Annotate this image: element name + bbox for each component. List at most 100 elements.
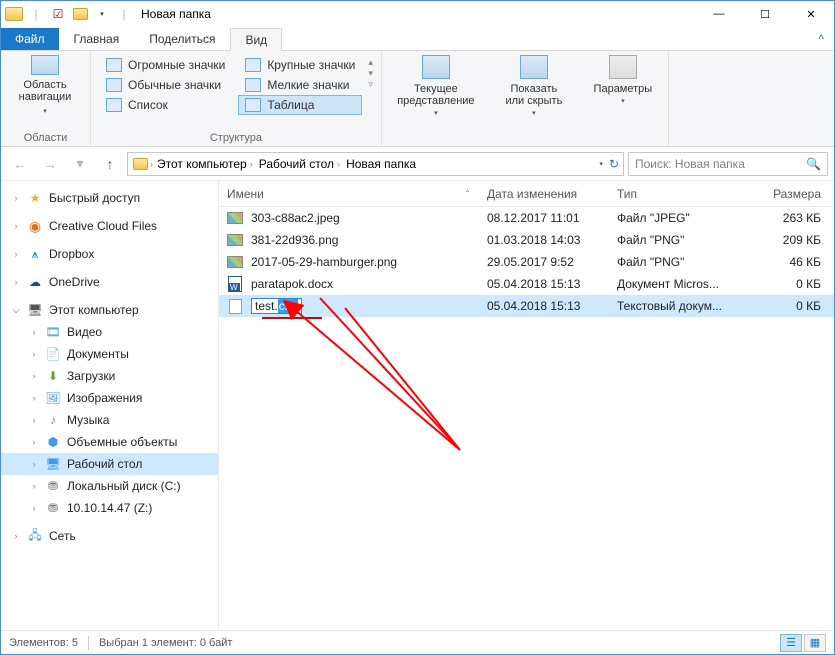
details-view-toggle[interactable]: ☰: [780, 634, 802, 652]
tree-downloads[interactable]: ›⬇Загрузки: [1, 365, 218, 387]
search-input[interactable]: Поиск: Новая папка 🔍: [628, 152, 828, 176]
scroll-down-icon[interactable]: ▾: [368, 68, 373, 79]
qat-properties-icon[interactable]: ☑: [49, 5, 67, 23]
file-row[interactable]: 381-22d936.png01.03.2018 14:03Файл "PNG"…: [219, 229, 834, 251]
col-name[interactable]: Имени⌃: [219, 187, 479, 201]
status-bar: Элементов: 5 Выбран 1 элемент: 0 байт ☰ …: [1, 630, 834, 654]
layout-huge[interactable]: Огромные значки: [99, 55, 232, 75]
file-type: Файл "JPEG": [609, 211, 749, 225]
tree-local-disk[interactable]: ›⛃Локальный диск (C:): [1, 475, 218, 497]
layout-huge-label: Огромные значки: [128, 58, 225, 72]
minimize-button[interactable]: —: [696, 1, 742, 27]
file-date: 05.04.2018 15:13: [479, 277, 609, 291]
group-panes-label: Области: [9, 129, 82, 144]
tab-share[interactable]: Поделиться: [134, 27, 230, 50]
file-type: Текстовый докум...: [609, 299, 749, 313]
file-date: 08.12.2017 11:01: [479, 211, 609, 225]
show-hide-button[interactable]: Показать или скрыть ▾: [488, 55, 580, 117]
file-row[interactable]: 303-c88ac2.jpeg08.12.2017 11:01Файл "JPE…: [219, 207, 834, 229]
text-file-icon: [227, 298, 243, 314]
thumbnails-view-toggle[interactable]: ▦: [804, 634, 826, 652]
layout-table[interactable]: Таблица: [238, 95, 362, 115]
titlebar: | ☑ ▾ | Новая папка — ☐ ✕: [1, 1, 834, 27]
col-size-label: Размера: [773, 187, 821, 201]
address-dropdown-icon[interactable]: ▾: [599, 160, 603, 168]
file-size: 263 КБ: [749, 211, 829, 225]
breadcrumb[interactable]: › Этот компьютер› Рабочий стол› Новая па…: [127, 152, 624, 176]
ribbon-toggle-icon[interactable]: ^: [808, 28, 834, 50]
tree-label: Изображения: [67, 391, 142, 405]
status-count: Элементов: 5: [9, 637, 78, 649]
layout-small[interactable]: Мелкие значки: [238, 75, 362, 95]
crumb-folder[interactable]: Новая папка: [344, 157, 418, 171]
video-icon: 🎞: [45, 324, 61, 340]
file-tab[interactable]: Файл: [1, 28, 59, 50]
pc-icon: 🖥: [27, 302, 43, 318]
chevron-down-icon: ▾: [434, 109, 438, 117]
history-dropdown[interactable]: ▾: [67, 151, 93, 177]
creative-cloud-icon: ◉: [27, 218, 43, 234]
options-button[interactable]: Параметры ▾: [586, 55, 660, 117]
file-size: 209 КБ: [749, 233, 829, 247]
refresh-icon[interactable]: ↻: [609, 157, 619, 171]
col-date[interactable]: Дата изменения: [479, 187, 609, 201]
layout-normal[interactable]: Обычные значки: [99, 75, 232, 95]
scroll-up-icon[interactable]: ▴: [368, 57, 373, 68]
tree-label: Видео: [67, 325, 102, 339]
tree-music[interactable]: ›♪Музыка: [1, 409, 218, 431]
file-row[interactable]: 2017-05-29-hamburger.png29.05.2017 9:52Ф…: [219, 251, 834, 273]
crumb-separator-icon[interactable]: ›: [150, 159, 153, 169]
layout-large[interactable]: Крупные значки: [238, 55, 362, 75]
tree-network[interactable]: ›🖧Сеть: [1, 525, 218, 547]
chevron-down-icon: ▾: [621, 97, 625, 105]
current-view-button[interactable]: Текущее представление ▾: [390, 55, 482, 117]
tab-view[interactable]: Вид: [230, 28, 282, 51]
close-button[interactable]: ✕: [788, 1, 834, 27]
up-button[interactable]: ↑: [97, 151, 123, 177]
crumb-label: Новая папка: [346, 157, 416, 171]
col-size[interactable]: Размера: [749, 187, 829, 201]
tree-dropbox[interactable]: ›⩚Dropbox: [1, 243, 218, 265]
tree-documents[interactable]: ›📄Документы: [1, 343, 218, 365]
dropbox-icon: ⩚: [27, 246, 43, 262]
tree-thispc[interactable]: ⌵🖥Этот компьютер: [1, 299, 218, 321]
file-row-renaming[interactable]: test.csv05.04.2018 15:13Текстовый докум.…: [219, 295, 834, 317]
qat-customize-icon[interactable]: ▾: [93, 5, 111, 23]
folder-icon: [132, 156, 148, 172]
tree-video[interactable]: ›🎞Видео: [1, 321, 218, 343]
tree-3dobjects[interactable]: ›⬢Объемные объекты: [1, 431, 218, 453]
tree-creative-cloud[interactable]: ›◉Creative Cloud Files: [1, 215, 218, 237]
layout-list[interactable]: Список: [99, 95, 232, 115]
tree-label: Creative Cloud Files: [49, 219, 157, 233]
tree-quick-access[interactable]: ›★Быстрый доступ: [1, 187, 218, 209]
onedrive-icon: ☁: [27, 274, 43, 290]
maximize-button[interactable]: ☐: [742, 1, 788, 27]
tree-label: Быстрый доступ: [49, 191, 140, 205]
file-row[interactable]: paratapok.docx05.04.2018 15:13Документ M…: [219, 273, 834, 295]
expand-icon[interactable]: ▿: [368, 79, 373, 90]
tree-desktop[interactable]: ›🖥Рабочий стол: [1, 453, 218, 475]
tree-pictures[interactable]: ›🖼Изображения: [1, 387, 218, 409]
tab-home[interactable]: Главная: [59, 27, 135, 50]
search-icon: 🔍: [806, 157, 821, 171]
forward-button[interactable]: →: [37, 151, 63, 177]
file-type: Документ Micros...: [609, 277, 749, 291]
tree-label: OneDrive: [49, 275, 100, 289]
navigation-pane-button[interactable]: Область навигации ▾: [9, 55, 81, 115]
back-button[interactable]: ←: [7, 151, 33, 177]
tree-label: Музыка: [67, 413, 109, 427]
layout-table-label: Таблица: [267, 98, 314, 112]
tree-onedrive[interactable]: ›☁OneDrive: [1, 271, 218, 293]
image-icon: [227, 210, 243, 226]
crumb-thispc[interactable]: Этот компьютер›: [155, 157, 255, 171]
qat-newfolder-icon[interactable]: [71, 5, 89, 23]
tree-label: Рабочий стол: [67, 457, 142, 471]
col-type[interactable]: Тип: [609, 187, 749, 201]
ribbon-tabs: Файл Главная Поделиться Вид ^: [1, 27, 834, 51]
tree-network-drive[interactable]: ›⛃10.10.14.47 (Z:): [1, 497, 218, 519]
rename-input[interactable]: test.csv: [251, 298, 302, 314]
crumb-desktop[interactable]: Рабочий стол›: [257, 157, 342, 171]
panes-icon: [31, 55, 59, 75]
drive-icon: ⛃: [45, 478, 61, 494]
layout-large-label: Крупные значки: [267, 58, 355, 72]
